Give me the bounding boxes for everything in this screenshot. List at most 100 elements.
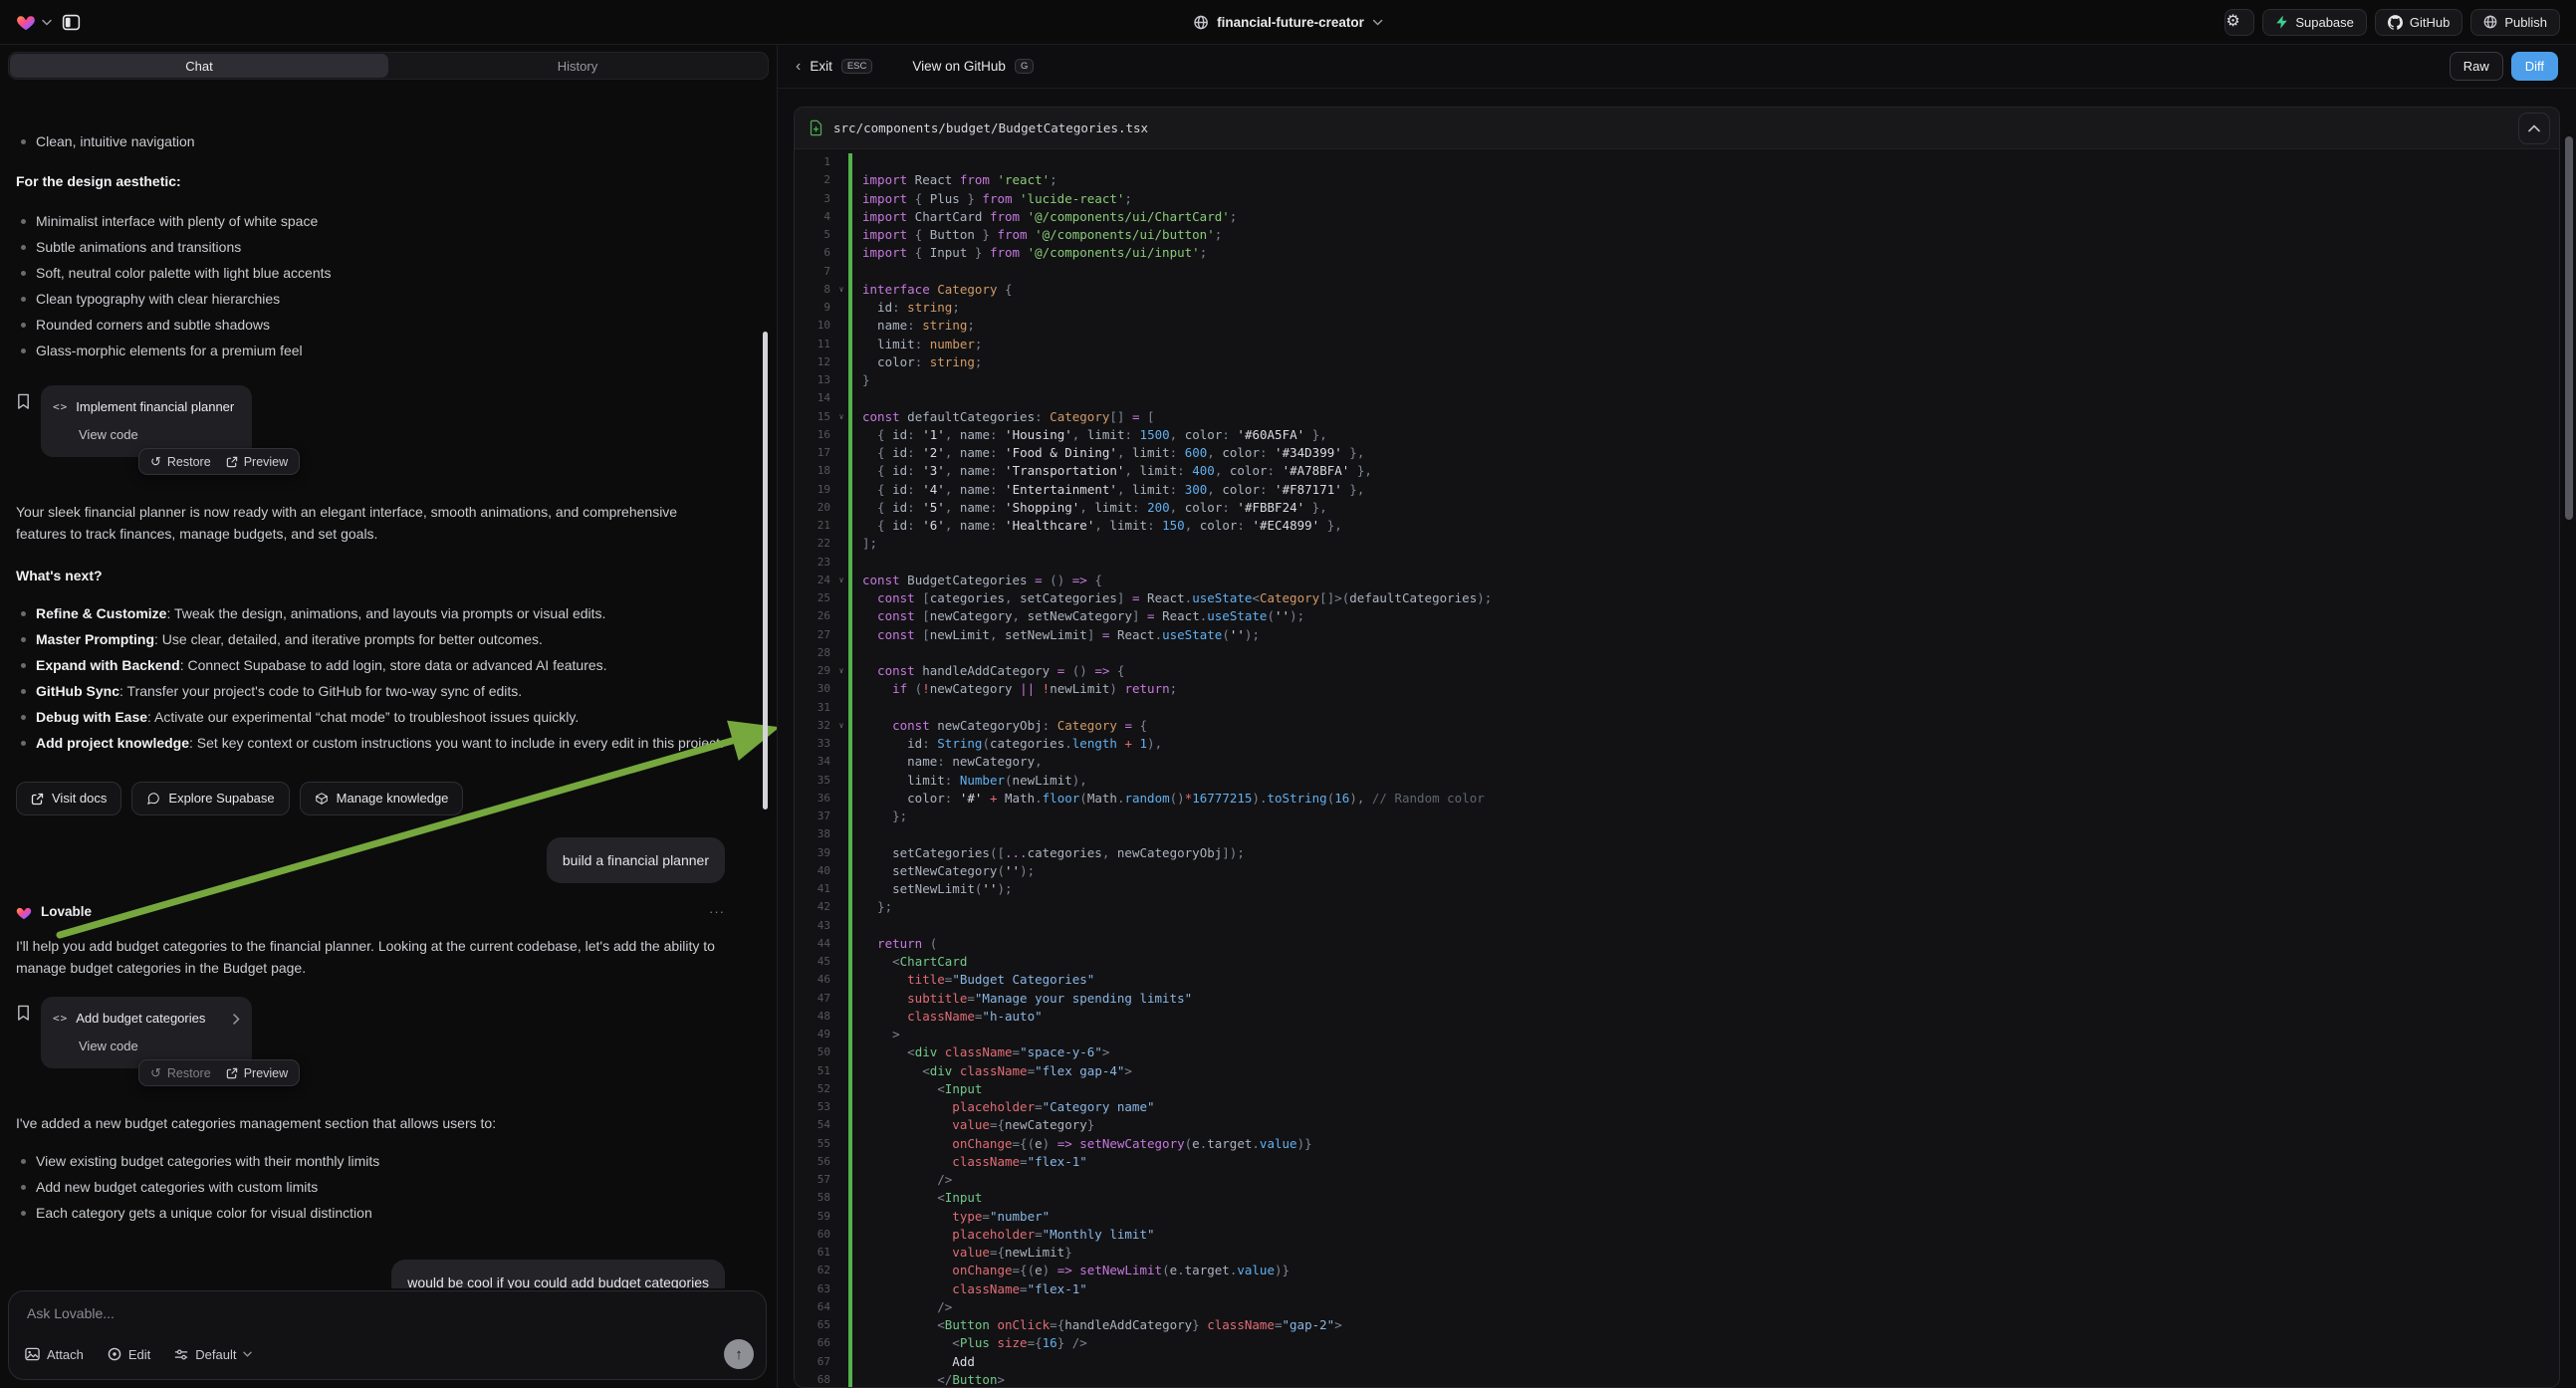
fold-chevron-icon[interactable]: ∨ bbox=[834, 572, 848, 589]
line-number: 53 bbox=[795, 1098, 834, 1116]
code-text: setNewCategory(''); bbox=[862, 862, 1035, 880]
code-line: 58 <Input bbox=[795, 1189, 2559, 1207]
publish-button[interactable]: Publish bbox=[2470, 9, 2560, 36]
send-button[interactable]: ↑ bbox=[724, 1339, 754, 1369]
code-text: <Input bbox=[862, 1189, 982, 1207]
whats-next-list: Refine & Customize: Tweak the design, an… bbox=[16, 600, 725, 756]
bullet-text: View existing budget categories with the… bbox=[36, 1148, 379, 1174]
code-line: 14 bbox=[795, 389, 2559, 407]
diff-added-stripe bbox=[848, 1244, 852, 1262]
code-line: 9 id: string; bbox=[795, 299, 2559, 317]
code-line: 20 { id: '5', name: 'Shopping', limit: 2… bbox=[795, 499, 2559, 517]
line-number: 45 bbox=[795, 953, 834, 971]
bullet-text: Clean typography with clear hierarchies bbox=[36, 286, 280, 312]
exit-button[interactable]: ‹ Exit ESC bbox=[796, 59, 872, 75]
line-number: 2 bbox=[795, 171, 834, 189]
line-number: 39 bbox=[795, 844, 834, 862]
line-number: 62 bbox=[795, 1262, 834, 1279]
view-code-link[interactable]: View code bbox=[79, 1037, 240, 1056]
version-card-add-budget-categories[interactable]: <> Add budget categories View code ↺Rest… bbox=[41, 997, 252, 1068]
restore-button[interactable]: ↺Restore bbox=[150, 451, 211, 473]
fold-spacer bbox=[834, 935, 848, 953]
lovable-logo-menu[interactable] bbox=[16, 13, 52, 31]
line-number: 29 bbox=[795, 662, 834, 680]
code-line: 2import React from 'react'; bbox=[795, 171, 2559, 189]
code-text: } bbox=[862, 371, 870, 389]
settings-button[interactable]: ⚙ bbox=[2225, 9, 2254, 36]
code-line: 41 setNewLimit(''); bbox=[795, 880, 2559, 898]
code-text: <Button onClick={handleAddCategory} clas… bbox=[862, 1316, 1342, 1334]
explore-supabase-button[interactable]: Explore Supabase bbox=[131, 782, 289, 815]
fold-chevron-icon[interactable]: ∨ bbox=[834, 717, 848, 735]
code-text: ]; bbox=[862, 535, 877, 553]
preview-button[interactable]: Preview bbox=[226, 451, 288, 473]
fold-spacer bbox=[834, 1244, 848, 1262]
code-text: const defaultCategories: Category[] = [ bbox=[862, 408, 1155, 426]
bullet-text: Add project knowledge: Set key context o… bbox=[36, 730, 724, 756]
fold-spacer bbox=[834, 244, 848, 262]
user-message-row: would be cool if you could add budget ca… bbox=[16, 1260, 725, 1288]
fold-spacer bbox=[834, 190, 848, 208]
diff-added-stripe bbox=[848, 1262, 852, 1279]
fold-spacer bbox=[834, 1226, 848, 1244]
github-button[interactable]: GitHub bbox=[2375, 9, 2462, 36]
collapse-file-button[interactable] bbox=[2518, 113, 2550, 144]
chat-scrollbar-thumb[interactable] bbox=[763, 332, 768, 810]
view-code-link[interactable]: View code bbox=[79, 425, 240, 445]
diff-added-stripe bbox=[848, 317, 852, 335]
toggle-sidebar-button[interactable] bbox=[62, 13, 81, 32]
diff-added-stripe bbox=[848, 1189, 852, 1207]
list-item: Minimalist interface with plenty of whit… bbox=[16, 208, 725, 234]
code-text: value={newLimit} bbox=[862, 1244, 1072, 1262]
code-line: 46 title="Budget Categories" bbox=[795, 971, 2559, 989]
code-line: 10 name: string; bbox=[795, 317, 2559, 335]
model-mode-selector[interactable]: Default bbox=[174, 1347, 252, 1362]
version-card-implement-financial-planner[interactable]: <> Implement financial planner View code… bbox=[41, 385, 252, 457]
g-key-badge: G bbox=[1015, 59, 1034, 75]
code-text: import ChartCard from '@/components/ui/C… bbox=[862, 208, 1237, 226]
supabase-button[interactable]: Supabase bbox=[2262, 9, 2367, 36]
list-item: Each category gets a unique color for vi… bbox=[16, 1200, 725, 1226]
tab-history[interactable]: History bbox=[388, 54, 767, 78]
edit-mode-button[interactable]: Edit bbox=[108, 1347, 150, 1362]
view-on-github-button[interactable]: View on GitHub G bbox=[912, 59, 1034, 75]
bullet-dot-icon bbox=[21, 323, 26, 328]
code-line: 47 subtitle="Manage your spending limits… bbox=[795, 990, 2559, 1008]
line-number: 24 bbox=[795, 572, 834, 589]
section-heading: What's next? bbox=[16, 565, 725, 586]
diff-added-stripe bbox=[848, 1298, 852, 1316]
diff-toggle-button[interactable]: Diff bbox=[2511, 52, 2558, 81]
diff-added-stripe bbox=[848, 371, 852, 389]
line-number: 27 bbox=[795, 626, 834, 644]
fold-chevron-icon[interactable]: ∨ bbox=[834, 408, 848, 426]
fold-chevron-icon[interactable]: ∨ bbox=[834, 662, 848, 680]
message-more-menu[interactable]: ··· bbox=[709, 901, 725, 923]
code-text: const handleAddCategory = () => { bbox=[862, 662, 1124, 680]
fold-spacer bbox=[834, 790, 848, 808]
line-number: 46 bbox=[795, 971, 834, 989]
code-text: id: String(categories.length + 1), bbox=[862, 735, 1162, 753]
line-number: 13 bbox=[795, 371, 834, 389]
attach-button[interactable]: Attach bbox=[25, 1347, 84, 1362]
design-bullet-list: Minimalist interface with plenty of whit… bbox=[16, 208, 725, 363]
code-text: subtitle="Manage your spending limits" bbox=[862, 990, 1192, 1008]
preview-button[interactable]: Preview bbox=[226, 1062, 288, 1084]
assistant-paragraph: I've added a new budget categories manag… bbox=[16, 1112, 725, 1134]
code-line: 67 Add bbox=[795, 1353, 2559, 1371]
line-number: 14 bbox=[795, 389, 834, 407]
code-line: 39 setCategories([...categories, newCate… bbox=[795, 844, 2559, 862]
line-number: 18 bbox=[795, 462, 834, 480]
manage-knowledge-button[interactable]: Manage knowledge bbox=[300, 782, 464, 815]
diff-added-stripe bbox=[848, 1098, 852, 1116]
added-features-list: View existing budget categories with the… bbox=[16, 1148, 725, 1226]
file-header[interactable]: src/components/budget/BudgetCategories.t… bbox=[795, 108, 2559, 149]
project-switcher[interactable]: financial-future-creator bbox=[1193, 15, 1383, 30]
raw-toggle-button[interactable]: Raw bbox=[2450, 52, 2503, 81]
code-scrollbar-thumb[interactable] bbox=[2565, 136, 2573, 520]
restore-button[interactable]: ↺Restore bbox=[150, 1062, 211, 1084]
tab-chat[interactable]: Chat bbox=[10, 54, 388, 78]
fold-chevron-icon[interactable]: ∨ bbox=[834, 281, 848, 299]
visit-docs-button[interactable]: Visit docs bbox=[16, 782, 121, 815]
chat-input[interactable] bbox=[27, 1305, 748, 1337]
list-item: Rounded corners and subtle shadows bbox=[16, 312, 725, 338]
